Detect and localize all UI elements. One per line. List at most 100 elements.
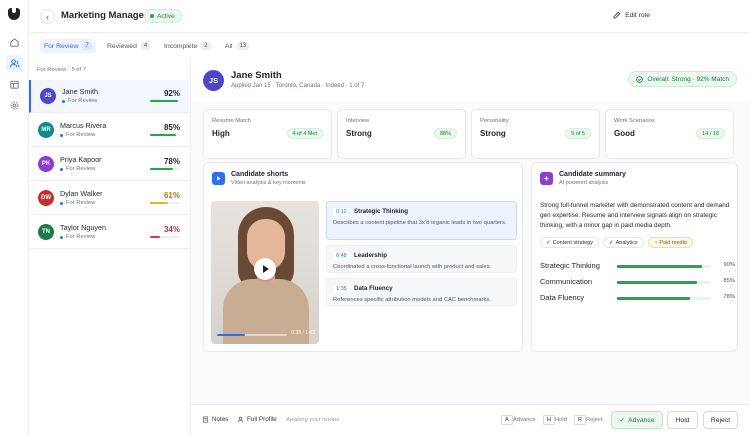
candidate-name: Marcus Rivera	[60, 121, 107, 130]
score-bar	[150, 100, 180, 102]
metric-label: Resume Match	[212, 118, 251, 124]
skill-name: Communication	[540, 277, 593, 286]
list-item[interactable]: PK Priya Kapoor For Review 78%	[29, 148, 190, 181]
avatar: MR	[38, 122, 54, 138]
filter-tabs: For Review 7 Reviewed 4 Incomplete 2 All…	[29, 33, 750, 60]
metric-badge: 4 of 4 Met	[286, 128, 323, 139]
hold-button[interactable]: Hold	[667, 411, 698, 429]
tab-label: For Review	[44, 42, 79, 50]
edit-role-button[interactable]: Edit role	[613, 11, 650, 19]
metric-label: Interview	[346, 118, 370, 124]
tab-reviewed[interactable]: Reviewed 4	[103, 39, 154, 53]
status-text: For Review	[68, 98, 98, 104]
moment-item[interactable]: 1:35 Data Fluency References specific at…	[326, 278, 517, 306]
shortcut-key: H	[543, 415, 555, 425]
overall-badge: Overall: Strong · 92% Match	[628, 71, 737, 87]
avatar: DW	[38, 190, 54, 206]
status-text: For Review	[66, 234, 96, 240]
shortcut-key: A	[501, 415, 513, 425]
tab-count: 4	[140, 42, 151, 50]
full-profile-button[interactable]: Full Profile	[237, 416, 277, 423]
shortcut-label: Reject	[586, 417, 603, 423]
panel-title: Candidate summary	[559, 171, 626, 178]
chip-content-strategy[interactable]: ✓ Content strategy	[540, 237, 599, 248]
candidate-score: 85%	[163, 123, 180, 132]
skill-name: Strategic Thinking	[540, 261, 600, 270]
status-badge: Active	[144, 9, 182, 23]
list-item[interactable]: DW Dylan Walker For Review 61%	[29, 182, 190, 215]
moment-time: 1:35	[333, 285, 350, 293]
chip-analytics[interactable]: ✓ Analytics	[603, 237, 644, 248]
panel-subtitle: AI powered analysis	[559, 180, 609, 186]
status-label: Active	[157, 12, 175, 20]
video-progress[interactable]	[217, 334, 287, 336]
status-text: For Review	[66, 132, 96, 138]
metric-value: Strong	[346, 129, 372, 138]
tab-incomplete[interactable]: Incomplete 2	[160, 39, 215, 53]
metric-label: Work Scenarios	[614, 118, 655, 124]
candidate-title: Jane Smith	[231, 70, 282, 81]
play-button[interactable]	[254, 258, 276, 280]
gear-icon[interactable]	[6, 97, 23, 114]
score-bar-fill	[150, 202, 169, 204]
status-dot-icon	[62, 99, 65, 103]
skill-row: Communication 85%	[540, 277, 735, 289]
advance-button[interactable]: ✓ Advance	[611, 411, 663, 429]
calendar-icon[interactable]	[6, 76, 23, 93]
metric-work-scenarios[interactable]: Work Scenarios Good 14 / 18	[605, 109, 734, 159]
panel-title: Candidate shorts	[231, 171, 289, 178]
moment-time: 0:12	[333, 208, 350, 216]
candidate-name: Jane Smith	[62, 87, 98, 96]
app-logo-icon[interactable]	[8, 8, 20, 20]
score-bar	[150, 134, 180, 136]
candidate-header: JS Jane Smith Applied Jan 15 · Toronto, …	[191, 60, 750, 102]
score-bar-fill	[150, 134, 176, 136]
top-header: ‹ Marketing Manager Active Edit role	[29, 0, 750, 33]
moment-time: 0:48	[333, 252, 350, 260]
shortcut-label: Hold	[555, 417, 567, 423]
warning-icon: ◔	[654, 239, 658, 246]
score-bar	[150, 202, 180, 204]
chip-paid-media[interactable]: ◔ Paid media	[648, 237, 693, 248]
status-dot-icon	[150, 14, 154, 18]
moment-desc: References specific attribution models a…	[333, 297, 491, 303]
panel-subtitle: Video analysis & key moments	[231, 180, 306, 186]
back-button[interactable]: ‹	[40, 9, 55, 24]
skill-bar	[617, 297, 711, 300]
metric-resume-match[interactable]: Resume Match High 4 of 4 Met	[203, 109, 332, 159]
action-bar: Notes Full Profile Awaiting your review …	[191, 404, 750, 435]
status-text: For Review	[66, 200, 96, 206]
reject-button[interactable]: Reject	[703, 411, 738, 429]
candidate-score: 78%	[163, 157, 180, 166]
metric-personality[interactable]: Personality Strong 5 of 5	[471, 109, 600, 159]
notes-label: Notes	[212, 416, 229, 423]
tab-for-review[interactable]: For Review 7	[40, 39, 96, 53]
moment-desc: Describes a content pipeline that 3x'd o…	[333, 220, 507, 226]
video-progress-fill	[217, 334, 245, 336]
candidates-icon[interactable]	[6, 55, 23, 72]
avatar: JS	[40, 88, 56, 104]
candidate-status: For Review	[60, 166, 95, 172]
list-item[interactable]: MR Marcus Rivera For Review 85%	[29, 114, 190, 147]
list-item[interactable]: TN Taylor Nguyen For Review 34%	[29, 216, 190, 249]
moment-title: Strategic Thinking	[354, 208, 408, 215]
candidate-detail: JS Jane Smith Applied Jan 15 · Toronto, …	[191, 60, 750, 435]
tab-label: All	[225, 42, 233, 50]
status-dot-icon	[60, 201, 63, 205]
advance-label: Advance	[628, 416, 655, 424]
video-player[interactable]: 0:38 / 1:42	[211, 201, 319, 344]
skill-name: Data Fluency	[540, 293, 585, 302]
candidate-name: Priya Kapoor	[60, 155, 102, 164]
skill-value: 85%	[723, 278, 735, 284]
moment-item[interactable]: 0:48 Leadership Coordinated a cross-func…	[326, 245, 517, 273]
home-icon[interactable]	[6, 34, 23, 51]
chevron-left-icon: ‹	[46, 11, 49, 22]
notes-button[interactable]: Notes	[202, 416, 228, 423]
status-dot-icon	[60, 133, 63, 137]
tab-all[interactable]: All 13	[221, 39, 253, 53]
metric-badge: 88%	[433, 128, 457, 139]
list-item[interactable]: JS Jane Smith For Review 92%	[29, 80, 190, 113]
metric-interview[interactable]: Interview Strong 88%	[337, 109, 466, 159]
moment-item[interactable]: 0:12 Strategic Thinking Describes a cont…	[326, 201, 517, 240]
chip-label: Paid media	[659, 239, 687, 246]
